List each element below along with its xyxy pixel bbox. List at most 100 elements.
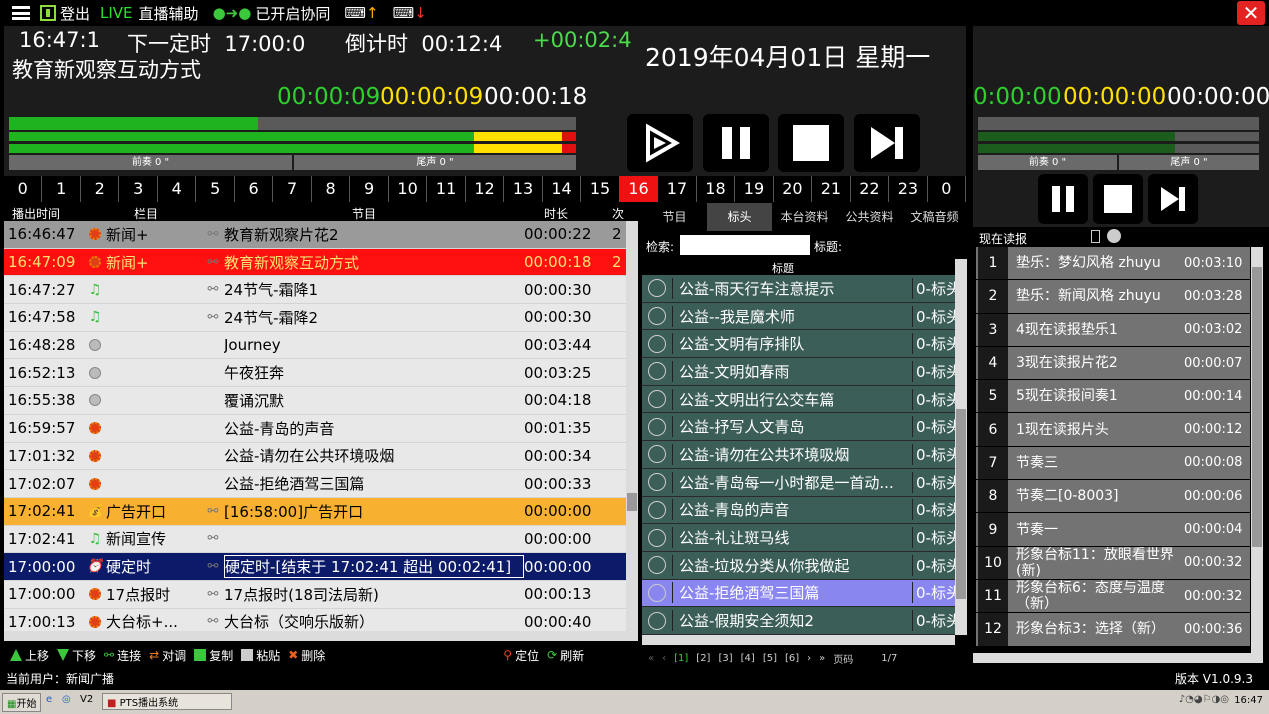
hour-6[interactable]: 6 bbox=[235, 176, 274, 202]
library-item[interactable]: 公益-垃圾分类从你我做起0-标头 bbox=[642, 551, 955, 580]
copy-button[interactable]: 复制 bbox=[194, 647, 233, 664]
add-circle-icon[interactable] bbox=[648, 500, 666, 519]
reading-item[interactable]: 2 垫乐：新闻风格 zhuyu 00:03:28 bbox=[976, 280, 1250, 314]
add-circle-icon[interactable] bbox=[648, 417, 666, 436]
tray-icons[interactable]: ♪◔◕⚐◑◎ bbox=[1179, 694, 1229, 705]
page-link-6[interactable]: [6] bbox=[785, 653, 799, 664]
locate-button[interactable]: ⚲ 定位 bbox=[503, 647, 539, 664]
reading-item[interactable]: 10 形象台标11：放眼看世界(新) 00:00:32 bbox=[976, 546, 1250, 580]
playlist-hscroll[interactable] bbox=[4, 631, 626, 641]
add-circle-icon[interactable] bbox=[648, 307, 666, 326]
library-item[interactable]: 公益-雨天行车注意提示0-标头 bbox=[642, 275, 955, 303]
playlist-row[interactable]: 17:01:32 公益-请勿在公共环境吸烟 00:00:34 bbox=[4, 443, 626, 471]
reading-scrollbar[interactable] bbox=[1251, 247, 1263, 653]
hour-0[interactable]: 0 bbox=[928, 176, 967, 202]
library-item[interactable]: 公益-青岛的声音0-标头 bbox=[642, 496, 955, 525]
stop-button[interactable] bbox=[778, 114, 844, 172]
tab-2[interactable]: 本台资料 bbox=[772, 203, 837, 231]
add-circle-icon[interactable] bbox=[648, 583, 666, 602]
headset-icon[interactable] bbox=[1107, 229, 1121, 243]
keyboard-down-icon[interactable]: ⌨ ↓ bbox=[393, 4, 427, 22]
page-link-4[interactable]: [4] bbox=[741, 653, 755, 664]
col-header-column[interactable]: 栏目 bbox=[134, 205, 158, 222]
tab-4[interactable]: 文稿音频 bbox=[902, 203, 967, 231]
add-circle-icon[interactable] bbox=[648, 362, 666, 381]
library-item[interactable]: 公益-拒绝酒驾三国篇0-标头 bbox=[642, 579, 955, 608]
search-input[interactable] bbox=[680, 235, 810, 255]
library-item[interactable]: 公益-假期安全须知20-标头 bbox=[642, 607, 955, 635]
add-circle-icon[interactable] bbox=[648, 611, 666, 630]
play-button[interactable] bbox=[627, 114, 693, 172]
last-page-icon[interactable]: » bbox=[819, 653, 825, 664]
hour-11[interactable]: 11 bbox=[427, 176, 466, 202]
menu-icon[interactable] bbox=[12, 6, 30, 20]
hour-1[interactable]: 1 bbox=[42, 176, 81, 202]
playlist-row[interactable]: 17:02:41 ♫ 新闻宣传 ⚯ 00:00:00 bbox=[4, 526, 626, 554]
reading-item[interactable]: 7 节奏三 00:00:08 bbox=[976, 446, 1250, 481]
close-button[interactable]: ✕ bbox=[1237, 1, 1265, 25]
hour-16[interactable]: 16 bbox=[619, 176, 659, 202]
live-button[interactable]: LIVE bbox=[100, 4, 133, 22]
add-circle-icon[interactable] bbox=[648, 556, 666, 575]
tab-1[interactable]: 标头 bbox=[707, 203, 772, 231]
hour-22[interactable]: 22 bbox=[851, 176, 890, 202]
next-page-icon[interactable]: › bbox=[807, 653, 811, 664]
library-hscroll[interactable] bbox=[642, 635, 955, 645]
hour-14[interactable]: 14 bbox=[543, 176, 582, 202]
playlist-row[interactable]: 16:55:38 覆诵沉默 00:04:18 bbox=[4, 387, 626, 415]
move-down-button[interactable]: 下移 bbox=[57, 647, 96, 664]
hour-13[interactable]: 13 bbox=[504, 176, 543, 202]
library-item[interactable]: 公益--我是魔术师0-标头 bbox=[642, 302, 955, 331]
start-button[interactable]: ▦开始 bbox=[2, 693, 42, 712]
pause-button[interactable] bbox=[703, 114, 769, 172]
playlist-row[interactable]: 16:47:09 新闻+ ⚯ 教育新观察互动方式 00:00:18 2 bbox=[4, 248, 626, 277]
refresh-button[interactable]: ⟳ 刷新 bbox=[547, 647, 584, 664]
hour-4[interactable]: 4 bbox=[158, 176, 197, 202]
page-link-5[interactable]: [5] bbox=[763, 653, 777, 664]
playlist-row[interactable]: 17:02:41 💰 广告开口 ⚯ [16:58:00]广告开口 00:00:00 bbox=[4, 497, 626, 526]
reading-item[interactable]: 12 形象台标3：选择（新） 00:00:36 bbox=[976, 613, 1250, 647]
hour-7[interactable]: 7 bbox=[273, 176, 312, 202]
hour-12[interactable]: 12 bbox=[466, 176, 505, 202]
taskbar-app-button[interactable]: ■ PTS播出系统 bbox=[102, 693, 232, 710]
hour-21[interactable]: 21 bbox=[812, 176, 851, 202]
swap-button[interactable]: ⇄ 对调 bbox=[149, 647, 186, 664]
playlist-scrollbar[interactable] bbox=[626, 221, 638, 641]
col-header-time[interactable]: 播出时间 bbox=[12, 205, 60, 222]
reading-item[interactable]: 3 4现在读报垫乐1 00:03:02 bbox=[976, 313, 1250, 347]
reading-item[interactable]: 8 节奏二[0-8003] 00:00:06 bbox=[976, 480, 1250, 514]
connect-button[interactable]: ⚯ 连接 bbox=[104, 647, 141, 664]
delete-button[interactable]: ✖ 删除 bbox=[288, 647, 325, 664]
page-link-2[interactable]: [2] bbox=[696, 653, 710, 664]
secondary-stop-button[interactable] bbox=[1093, 174, 1143, 224]
hour-10[interactable]: 10 bbox=[389, 176, 428, 202]
playlist-row[interactable]: 17:02:07 公益-拒绝酒驾三国篇 00:00:33 bbox=[4, 470, 626, 498]
col-header-program[interactable]: 节目 bbox=[352, 205, 376, 222]
add-circle-icon[interactable] bbox=[648, 473, 666, 492]
playlist-row[interactable]: 16:46:47 新闻+ ⚯ 教育新观察片花2 00:00:22 2 bbox=[4, 221, 626, 249]
lock-icon[interactable] bbox=[1091, 230, 1100, 243]
secondary-next-button[interactable] bbox=[1148, 174, 1198, 224]
library-item[interactable]: 公益-文明有序排队0-标头 bbox=[642, 330, 955, 359]
add-circle-icon[interactable] bbox=[648, 390, 666, 409]
tab-0[interactable]: 节目 bbox=[642, 203, 707, 231]
reading-item[interactable]: 11 形象台标6：态度与温度（新） 00:00:32 bbox=[976, 579, 1250, 614]
keyboard-up-icon[interactable]: ⌨ ↑ bbox=[344, 4, 378, 22]
hour-23[interactable]: 23 bbox=[889, 176, 928, 202]
library-item[interactable]: 公益-文明如春雨0-标头 bbox=[642, 358, 955, 386]
page-link-1[interactable]: [1] bbox=[674, 653, 688, 664]
page-link-3[interactable]: [3] bbox=[718, 653, 732, 664]
add-circle-icon[interactable] bbox=[648, 445, 666, 464]
add-circle-icon[interactable] bbox=[648, 528, 666, 547]
reading-item[interactable]: 5 5现在读报间奏1 00:00:14 bbox=[976, 380, 1250, 414]
hour-2[interactable]: 2 bbox=[81, 176, 120, 202]
playlist-row[interactable]: 16:52:13 午夜狂奔 00:03:25 bbox=[4, 359, 626, 388]
add-circle-icon[interactable] bbox=[648, 279, 666, 298]
library-scrollbar[interactable] bbox=[955, 259, 967, 635]
reading-item[interactable]: 9 节奏一 00:00:04 bbox=[976, 513, 1250, 547]
library-item[interactable]: 公益-青岛每一小时都是一首动...0-标头 bbox=[642, 468, 955, 497]
move-up-button[interactable]: 上移 bbox=[10, 647, 49, 664]
library-item[interactable]: 公益-抒写人文青岛0-标头 bbox=[642, 413, 955, 442]
playlist-row[interactable]: 16:47:27 ♫ ⚯ 24节气-霜降1 00:00:30 bbox=[4, 276, 626, 305]
hour-17[interactable]: 17 bbox=[658, 176, 697, 202]
